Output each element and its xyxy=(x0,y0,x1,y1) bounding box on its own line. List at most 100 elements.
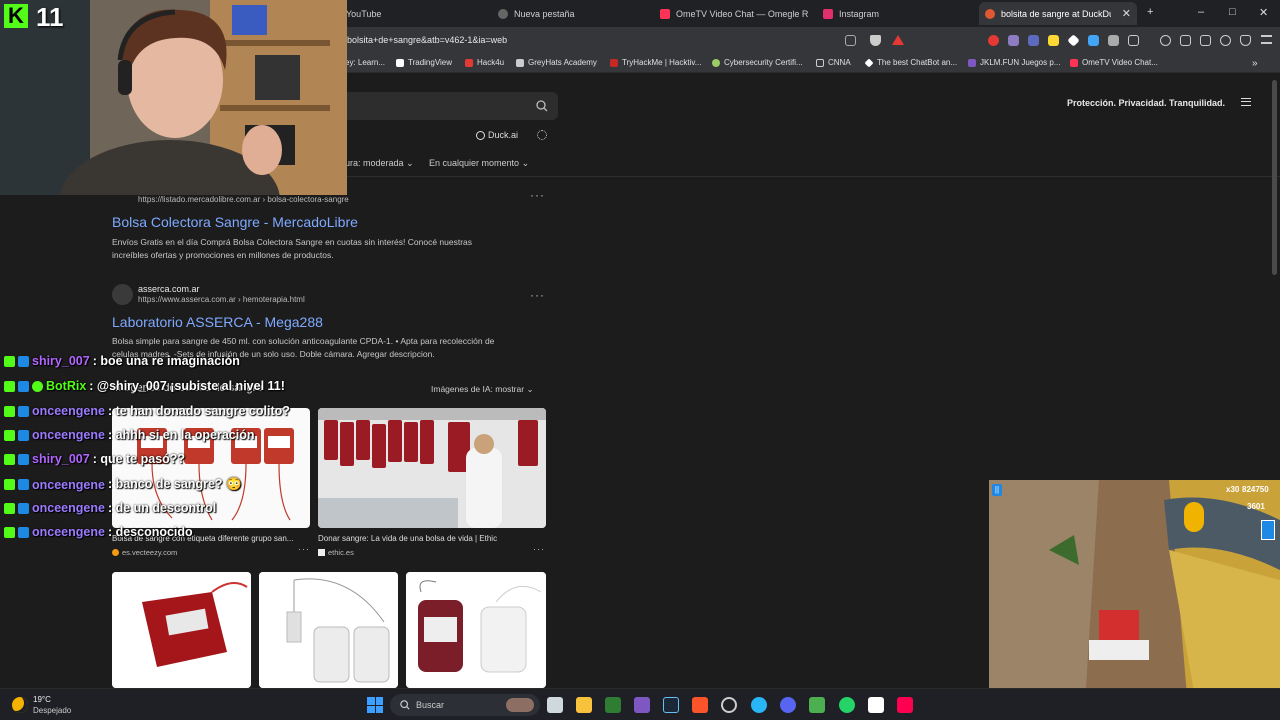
taskbar-search-box[interactable]: Buscar xyxy=(390,694,540,716)
brave-icon[interactable] xyxy=(692,697,708,713)
tryhackme-icon xyxy=(610,58,618,67)
blood-bag-photo xyxy=(112,572,251,688)
subscriber-badge-icon xyxy=(18,526,29,538)
chat-message: shiry_007: que te pasó?? xyxy=(4,452,185,466)
weather-condition[interactable]: Despejado xyxy=(33,706,71,715)
shield-icon[interactable] xyxy=(1240,35,1251,46)
more-options-icon[interactable]: ··· xyxy=(298,544,310,554)
chevron-down-icon: ⌄ xyxy=(526,384,534,394)
share-icon[interactable] xyxy=(845,35,856,46)
pause-icon[interactable]: || xyxy=(992,484,1002,496)
more-options-icon[interactable]: ··· xyxy=(533,544,545,554)
app-icon[interactable] xyxy=(605,697,621,713)
rewards-icon[interactable] xyxy=(892,35,904,45)
extension-icon[interactable] xyxy=(988,35,999,46)
more-options-icon[interactable]: ··· xyxy=(530,288,545,302)
image-result-card[interactable] xyxy=(318,408,546,528)
bookmark-item[interactable]: GreyHats Academy xyxy=(516,58,597,67)
safe-search-filter[interactable]: ura: moderada ⌄ xyxy=(345,158,414,169)
kick-badge-icon xyxy=(4,429,15,441)
subscriber-badge-icon xyxy=(18,380,29,392)
search-icon[interactable] xyxy=(536,100,548,112)
chatbot-icon xyxy=(864,57,874,68)
windows-start-icon[interactable] xyxy=(367,697,383,713)
ai-images-toggle[interactable]: Imágenes de IA: mostrar ⌄ xyxy=(431,384,534,395)
minecraft-icon[interactable] xyxy=(809,697,825,713)
result-title-link[interactable]: Laboratorio ASSERCA - Mega288 xyxy=(112,314,323,330)
extension-icon[interactable] xyxy=(1028,35,1039,46)
extension-icon[interactable] xyxy=(1048,35,1059,46)
close-window-button[interactable]: ✕ xyxy=(1259,6,1268,19)
weather-temp[interactable]: 19°C xyxy=(33,695,51,704)
minimize-button[interactable]: – xyxy=(1198,6,1204,18)
extension-icon[interactable] xyxy=(1088,35,1099,46)
new-tab-button[interactable]: + xyxy=(1147,6,1153,18)
close-tab-icon[interactable]: ✕ xyxy=(1122,7,1131,20)
sidebar-icon[interactable] xyxy=(1180,35,1191,46)
file-explorer-icon[interactable] xyxy=(576,697,592,713)
extension-icon[interactable] xyxy=(1128,35,1139,46)
image-source[interactable]: ethic.es xyxy=(318,548,354,557)
image-result-card[interactable] xyxy=(112,572,251,688)
result-title-link[interactable]: Bolsa Colectora Sangre - MercadoLibre xyxy=(112,214,358,230)
menu-icon[interactable] xyxy=(1261,35,1272,44)
chat-message: onceengene: ahhh si en la operación xyxy=(4,428,255,442)
extension-icon[interactable] xyxy=(1067,34,1080,47)
tab-instagram[interactable]: Instagram xyxy=(823,2,963,25)
bookmark-item[interactable]: Cybersecurity Certifi... xyxy=(712,58,803,67)
bookmark-item[interactable]: TryHackMe | Hacktiv... xyxy=(610,58,701,67)
url-field[interactable]: bolsita+de+sangre&atb=v462-1&ia=web xyxy=(347,35,507,45)
more-options-icon[interactable]: ··· xyxy=(530,188,545,202)
bookmark-item[interactable]: TradingView xyxy=(396,58,452,67)
image-source[interactable]: es.vecteezy.com xyxy=(112,548,177,557)
moon-weather-icon[interactable] xyxy=(12,697,28,713)
tab-youtube[interactable]: YouTube xyxy=(330,2,470,25)
media-icon[interactable] xyxy=(1160,35,1171,46)
chat-text: : boe una re imaginación xyxy=(92,354,240,368)
extension-icon[interactable] xyxy=(1108,35,1119,46)
vpn-icon[interactable] xyxy=(1220,35,1231,46)
tab-label: Nueva pestaña xyxy=(514,8,575,19)
bookmarks-overflow-icon[interactable]: » xyxy=(1252,58,1258,69)
extension-icon[interactable] xyxy=(1008,35,1019,46)
bookmark-item[interactable]: The best ChatBot an... xyxy=(864,57,957,68)
bookmark-item[interactable]: OmeTV Video Chat... xyxy=(1070,58,1158,67)
tiktok-icon[interactable] xyxy=(897,697,913,713)
chat-text: : banco de sangre? 😳 xyxy=(107,477,242,491)
steam-icon[interactable] xyxy=(663,697,679,713)
game-coins: 3601 xyxy=(1247,502,1265,511)
discord-icon[interactable] xyxy=(780,697,796,713)
wallet-icon[interactable] xyxy=(1200,35,1211,46)
bookmark-item[interactable]: ey: Learn... xyxy=(345,58,385,67)
brave-shield-icon[interactable] xyxy=(870,35,881,46)
app-icon[interactable] xyxy=(634,697,650,713)
empty-blood-bags-photo xyxy=(259,572,398,688)
whatsapp-icon[interactable] xyxy=(839,697,855,713)
tab-new-tab[interactable]: Nueva pestaña xyxy=(498,2,638,25)
hamburger-menu-icon[interactable] xyxy=(1241,98,1251,106)
page-scrollbar[interactable] xyxy=(1272,80,1277,275)
image-result-card[interactable] xyxy=(406,572,546,688)
time-filter[interactable]: En cualquier momento ⌄ xyxy=(429,158,529,169)
task-view-icon[interactable] xyxy=(547,697,563,713)
app-icon[interactable] xyxy=(721,697,737,713)
bookmark-folder[interactable]: CNNA xyxy=(816,58,851,67)
maximize-button[interactable]: □ xyxy=(1229,6,1236,18)
bookmark-item[interactable]: JKLM.FUN Juegos p... xyxy=(968,58,1060,67)
greyhats-icon xyxy=(516,58,524,67)
search-input[interactable] xyxy=(346,92,558,120)
subscriber-badge-icon xyxy=(18,479,29,490)
chat-username: shiry_007 xyxy=(32,354,90,368)
chat-text: : ahhh si en la operación xyxy=(107,428,255,442)
telegram-icon[interactable] xyxy=(751,697,767,713)
chat-text: : te han donado sangre colito? xyxy=(107,404,290,418)
bookmark-item[interactable]: Hack4u xyxy=(465,58,504,67)
tab-duckduckgo[interactable]: bolsita de sangre at DuckDuckG ✕ xyxy=(979,2,1137,25)
chat-text: : @shiry_007 ¡subiste al nivel 11! xyxy=(89,379,285,393)
settings-gear-icon[interactable] xyxy=(537,130,547,140)
duck-ai-link[interactable]: Duck.ai xyxy=(476,130,518,140)
image-caption[interactable]: Donar sangre: La vida de una bolsa de vi… xyxy=(318,534,497,543)
app-icon[interactable] xyxy=(868,697,884,713)
tab-ometv[interactable]: OmeTV Video Chat — Omegle Rand xyxy=(660,2,808,25)
image-result-card[interactable] xyxy=(259,572,398,688)
